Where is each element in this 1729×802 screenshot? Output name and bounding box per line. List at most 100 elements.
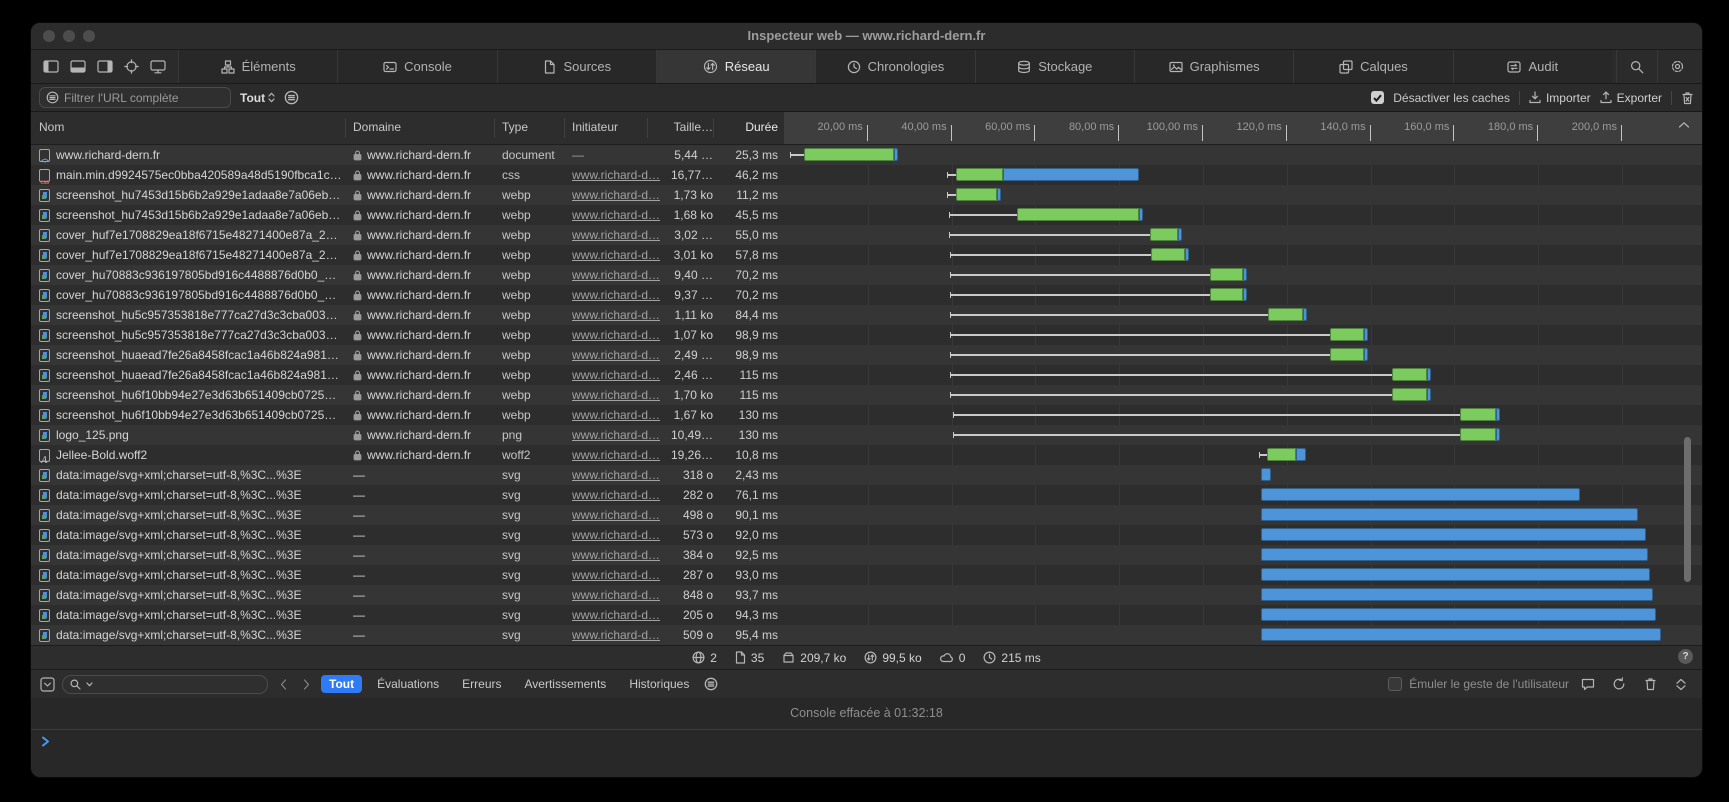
tab-sources[interactable]: Sources xyxy=(497,50,656,83)
request-initiator-link[interactable]: www.richard-d… xyxy=(572,425,668,445)
search-button[interactable] xyxy=(1616,50,1657,83)
dock-bottom-button[interactable] xyxy=(70,60,86,73)
waterfall-response-bar[interactable] xyxy=(1303,308,1307,321)
waterfall-response-bar[interactable] xyxy=(1243,268,1247,281)
network-request-row[interactable]: Jellee-Bold.woff2 www.richard-dern.fr wo… xyxy=(31,445,1702,465)
network-request-row[interactable]: cover_huf7e1708829ea18f6715e48271400e87a… xyxy=(31,245,1702,265)
filter-options-button[interactable] xyxy=(284,90,299,105)
request-initiator-link[interactable]: www.richard-d… xyxy=(572,345,668,365)
help-button[interactable]: ? xyxy=(1678,649,1693,664)
waterfall-response-bar[interactable] xyxy=(1364,348,1368,361)
network-request-row[interactable]: cover_hu70883c936197805bd916c4488876d0b0… xyxy=(31,265,1702,285)
resource-type-filter[interactable]: Tout xyxy=(240,91,275,105)
console-reload-button[interactable] xyxy=(1607,677,1631,691)
console-search-input[interactable] xyxy=(62,675,268,694)
request-initiator-link[interactable]: www.richard-d… xyxy=(572,525,668,545)
column-header-domain[interactable]: Domaine xyxy=(353,112,401,143)
waterfall-response-bar[interactable] xyxy=(1178,228,1182,241)
column-header-size[interactable]: Taille… xyxy=(655,112,713,143)
zoom-window-button[interactable] xyxy=(83,30,95,42)
request-initiator-link[interactable]: www.richard-d… xyxy=(572,465,668,485)
console-filter-button[interactable] xyxy=(704,677,718,691)
network-request-row[interactable]: logo_125.png www.richard-dern.fr png www… xyxy=(31,425,1702,445)
console-evaluate-button[interactable] xyxy=(1576,678,1600,691)
inspect-element-icon[interactable] xyxy=(124,59,139,74)
network-request-row[interactable]: data:image/svg+xml;charset=utf-8,%3C...%… xyxy=(31,465,1702,485)
tab-elements[interactable]: Éléments xyxy=(178,50,337,83)
request-initiator-link[interactable]: www.richard-d… xyxy=(572,265,668,285)
request-initiator-link[interactable]: www.richard-d… xyxy=(572,485,668,505)
waterfall-response-bar[interactable] xyxy=(1261,548,1649,561)
previous-result-button[interactable] xyxy=(275,679,291,690)
next-result-button[interactable] xyxy=(298,679,314,690)
request-initiator-link[interactable]: www.richard-d… xyxy=(572,305,668,325)
request-initiator-link[interactable]: www.richard-d… xyxy=(572,165,668,185)
request-initiator-link[interactable]: www.richard-d… xyxy=(572,285,668,305)
column-header-duration[interactable]: Durée xyxy=(719,112,778,143)
network-request-row[interactable]: cover_hu70883c936197805bd916c4488876d0b0… xyxy=(31,285,1702,305)
vertical-scrollbar-thumb[interactable] xyxy=(1684,437,1691,582)
network-request-row[interactable]: screenshot_huaead7fe26a8458fcac1a46b824a… xyxy=(31,345,1702,365)
waterfall-response-bar[interactable] xyxy=(1261,608,1656,621)
network-request-row[interactable]: screenshot_hu6f10bb94e27e3d63b651409cb07… xyxy=(31,405,1702,425)
waterfall-response-bar[interactable] xyxy=(1427,388,1431,401)
emulate-user-gesture-checkbox[interactable] xyxy=(1388,677,1402,691)
console-scope-errors[interactable]: Erreurs xyxy=(454,675,509,693)
waterfall-response-bar[interactable] xyxy=(1003,168,1139,181)
waterfall-request-bar[interactable] xyxy=(1330,328,1364,341)
network-request-row[interactable]: data:image/svg+xml;charset=utf-8,%3C...%… xyxy=(31,525,1702,545)
waterfall-request-bar[interactable] xyxy=(1017,208,1139,221)
console-drawer-toggle[interactable] xyxy=(40,677,55,692)
scroll-up-arrow[interactable] xyxy=(1678,121,1690,129)
waterfall-request-bar[interactable] xyxy=(1392,368,1427,381)
network-request-row[interactable]: screenshot_hu5c957353818e777ca27d3c3cba0… xyxy=(31,325,1702,345)
waterfall-response-bar[interactable] xyxy=(1261,508,1639,521)
waterfall-response-bar[interactable] xyxy=(997,188,1001,201)
waterfall-request-bar[interactable] xyxy=(1268,308,1303,321)
waterfall-response-bar[interactable] xyxy=(1496,408,1500,421)
import-button[interactable]: Importer xyxy=(1529,91,1591,105)
request-initiator-link[interactable]: www.richard-d… xyxy=(572,325,668,345)
settings-button[interactable] xyxy=(1657,50,1698,83)
request-initiator-link[interactable]: www.richard-d… xyxy=(572,405,668,425)
waterfall-request-bar[interactable] xyxy=(956,168,1003,181)
waterfall-response-bar[interactable] xyxy=(1261,588,1654,601)
waterfall-request-bar[interactable] xyxy=(1210,288,1243,301)
console-prompt[interactable] xyxy=(31,730,1702,752)
request-initiator-link[interactable]: www.richard-d… xyxy=(572,245,668,265)
waterfall-response-bar[interactable] xyxy=(1261,468,1271,481)
network-request-row[interactable]: www.richard-dern.fr www.richard-dern.fr … xyxy=(31,145,1702,165)
tab-graphics[interactable]: Graphismes xyxy=(1134,50,1293,83)
disable-caches-checkbox[interactable] xyxy=(1371,91,1384,104)
waterfall-response-bar[interactable] xyxy=(894,148,898,161)
waterfall-request-bar[interactable] xyxy=(1392,388,1427,401)
clear-network-items-button[interactable] xyxy=(1681,91,1694,105)
request-initiator-link[interactable]: www.richard-d… xyxy=(572,565,668,585)
waterfall-request-bar[interactable] xyxy=(1151,248,1185,261)
network-request-row[interactable]: data:image/svg+xml;charset=utf-8,%3C...%… xyxy=(31,605,1702,625)
clear-console-button[interactable] xyxy=(1638,677,1662,691)
close-window-button[interactable] xyxy=(43,30,55,42)
responsive-mode-icon[interactable] xyxy=(150,60,166,74)
waterfall-response-bar[interactable] xyxy=(1185,248,1189,261)
tab-layers[interactable]: Calques xyxy=(1293,50,1452,83)
collapse-console-button[interactable] xyxy=(1669,678,1693,691)
network-request-row[interactable]: main.min.d9924575ec0bba420589a48d5190fbc… xyxy=(31,165,1702,185)
minimize-window-button[interactable] xyxy=(63,30,75,42)
tab-timelines[interactable]: Chronologies xyxy=(815,50,974,83)
network-request-row[interactable]: data:image/svg+xml;charset=utf-8,%3C...%… xyxy=(31,585,1702,605)
request-initiator-link[interactable]: www.richard-d… xyxy=(572,445,668,465)
request-initiator-link[interactable]: www.richard-d… xyxy=(572,185,668,205)
waterfall-response-bar[interactable] xyxy=(1296,448,1306,461)
waterfall-request-bar[interactable] xyxy=(1460,408,1496,421)
network-request-row[interactable]: screenshot_hu7453d15b6b2a929e1adaa8e7a06… xyxy=(31,185,1702,205)
waterfall-request-bar[interactable] xyxy=(804,148,894,161)
url-filter-input[interactable]: Filtrer l'URL complète xyxy=(39,87,231,108)
network-request-row[interactable]: cover_huf7e1708829ea18f6715e48271400e87a… xyxy=(31,225,1702,245)
tab-network[interactable]: Réseau xyxy=(656,50,815,83)
waterfall-response-bar[interactable] xyxy=(1261,568,1651,581)
network-request-row[interactable]: data:image/svg+xml;charset=utf-8,%3C...%… xyxy=(31,565,1702,585)
network-request-row[interactable]: data:image/svg+xml;charset=utf-8,%3C...%… xyxy=(31,545,1702,565)
column-header-type[interactable]: Type xyxy=(502,112,528,143)
waterfall-response-bar[interactable] xyxy=(1427,368,1431,381)
